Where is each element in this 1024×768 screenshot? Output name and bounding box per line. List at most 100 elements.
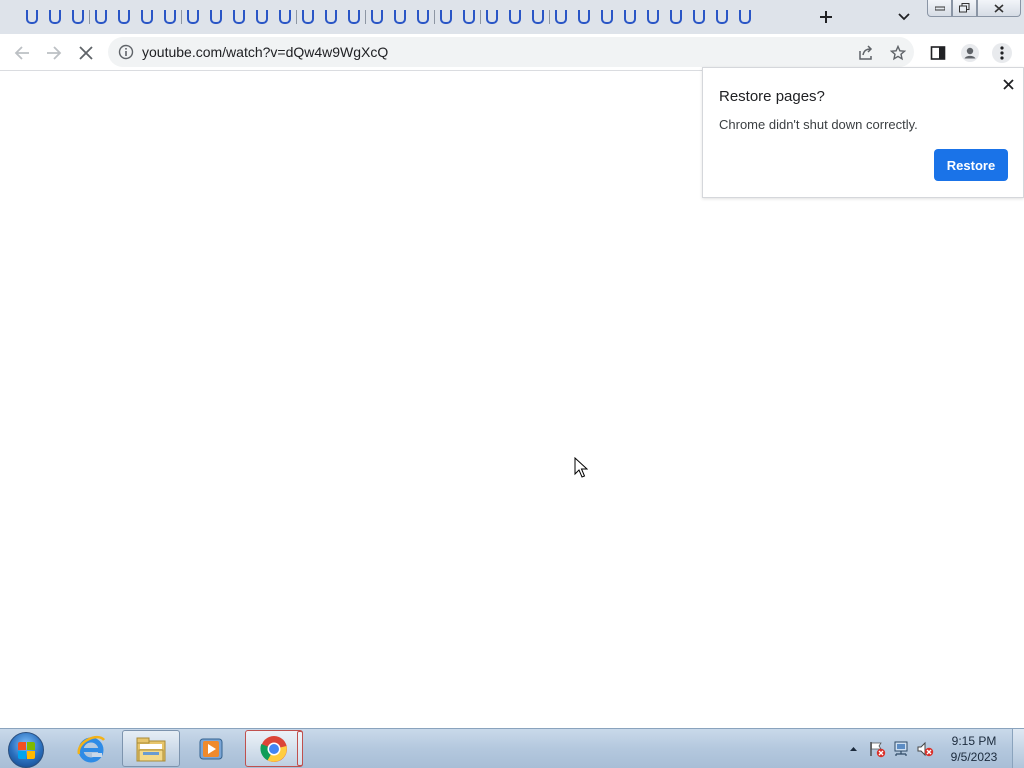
browser-tab[interactable] [206, 7, 226, 27]
dialog-close-button[interactable] [999, 75, 1017, 93]
bookmark-button[interactable] [884, 39, 912, 67]
address-bar[interactable]: youtube.com/watch?v=dQw4w9WgXcQ [108, 37, 914, 67]
browser-tab[interactable] [183, 7, 203, 27]
profile-button[interactable] [956, 39, 984, 67]
browser-tab[interactable] [528, 7, 550, 27]
browser-tab[interactable] [252, 7, 272, 27]
tab-favicon-icon [95, 10, 107, 24]
action-center-button[interactable] [866, 739, 888, 759]
taskbar: 9:15 PM 9/5/2023 [0, 728, 1024, 768]
tab-search-button[interactable] [893, 7, 915, 27]
bookmark-star-icon [890, 45, 906, 61]
chrome-icon [260, 735, 287, 762]
share-icon [859, 45, 873, 60]
minimize-button[interactable] [927, 0, 952, 17]
browser-tab[interactable] [459, 7, 481, 27]
tab-favicon-icon [532, 10, 544, 24]
tab-favicon-icon [187, 10, 199, 24]
taskbar-file-explorer[interactable] [122, 730, 180, 767]
browser-tab[interactable] [344, 7, 366, 27]
browser-tab[interactable] [68, 7, 90, 27]
chevron-up-icon [849, 747, 857, 751]
tab-favicon-icon [371, 10, 383, 24]
browser-tab[interactable] [367, 7, 387, 27]
volume-muted-icon [917, 741, 934, 757]
tab-favicon-icon [716, 10, 728, 24]
plus-icon [820, 11, 832, 23]
info-icon[interactable] [118, 44, 134, 60]
menu-icon [992, 43, 1012, 63]
taskbar-chrome[interactable] [245, 730, 303, 767]
action-center-flag-icon [870, 742, 886, 758]
browser-tab[interactable] [137, 7, 157, 27]
share-button[interactable] [852, 39, 880, 67]
tab-favicon-icon [578, 10, 590, 24]
browser-tab[interactable] [91, 7, 111, 27]
taskbar-media-player[interactable] [182, 730, 240, 767]
browser-tab[interactable] [482, 7, 502, 27]
taskbar-clock[interactable]: 9:15 PM 9/5/2023 [942, 733, 1006, 765]
browser-tab[interactable] [390, 7, 410, 27]
window-controls [927, 0, 1021, 18]
taskbar-chrome-stack [297, 731, 303, 766]
close-icon [994, 3, 1004, 13]
browser-tab[interactable] [689, 7, 709, 27]
browser-tab[interactable] [620, 7, 640, 27]
restore-window-button[interactable] [952, 0, 977, 17]
chevron-down-icon [898, 13, 910, 21]
browser-tab[interactable] [436, 7, 456, 27]
start-button[interactable] [6, 731, 46, 768]
new-tab-button[interactable] [814, 5, 838, 29]
taskbar-internet-explorer[interactable] [62, 730, 120, 767]
clock-date: 9/5/2023 [950, 750, 998, 764]
browser-tab[interactable] [413, 7, 435, 27]
network-button[interactable] [890, 739, 912, 759]
tab-favicon-icon [509, 10, 521, 24]
browser-tab[interactable] [735, 7, 755, 27]
file-explorer-icon [136, 737, 166, 761]
browser-tab[interactable] [551, 7, 571, 27]
internet-explorer-icon [77, 735, 105, 762]
tab-favicon-icon [440, 10, 452, 24]
show-desktop-button[interactable] [1012, 729, 1024, 768]
chrome-menu-button[interactable] [988, 39, 1016, 67]
tab-favicon-icon [302, 10, 314, 24]
windows-logo-icon [8, 732, 44, 768]
volume-button[interactable] [914, 739, 936, 759]
browser-tab[interactable] [275, 7, 297, 27]
tab-favicon-icon [417, 10, 429, 24]
tab-strip [0, 0, 1024, 34]
tab-favicon-icon [647, 10, 659, 24]
browser-tab[interactable] [712, 7, 732, 27]
browser-tab[interactable] [666, 7, 686, 27]
browser-tab[interactable] [114, 7, 134, 27]
tab-favicon-icon [325, 10, 337, 24]
browser-tab[interactable] [22, 7, 42, 27]
side-panel-icon [930, 46, 946, 60]
tab-favicon-icon [256, 10, 268, 24]
browser-tab[interactable] [505, 7, 525, 27]
browser-tab[interactable] [45, 7, 65, 27]
tab-favicon-icon [739, 10, 751, 24]
url-text[interactable]: youtube.com/watch?v=dQw4w9WgXcQ [142, 44, 388, 60]
show-hidden-icons-button[interactable] [842, 739, 864, 759]
stop-button[interactable] [72, 39, 100, 67]
browser-tab[interactable] [160, 7, 182, 27]
back-button[interactable] [8, 39, 36, 67]
side-panel-button[interactable] [924, 39, 952, 67]
browser-tab[interactable] [597, 7, 617, 27]
browser-tab[interactable] [229, 7, 249, 27]
profile-icon [961, 44, 979, 62]
restore-button[interactable]: Restore [934, 149, 1008, 181]
tab-favicon-icon [210, 10, 222, 24]
close-window-button[interactable] [977, 0, 1021, 17]
browser-tab[interactable] [321, 7, 341, 27]
minimize-icon [934, 6, 945, 11]
tabs-row [22, 7, 790, 27]
browser-tab[interactable] [298, 7, 318, 27]
browser-tab[interactable] [643, 7, 663, 27]
tab-favicon-icon [486, 10, 498, 24]
forward-button[interactable] [40, 39, 68, 67]
tab-favicon-icon [118, 10, 130, 24]
browser-tab[interactable] [574, 7, 594, 27]
